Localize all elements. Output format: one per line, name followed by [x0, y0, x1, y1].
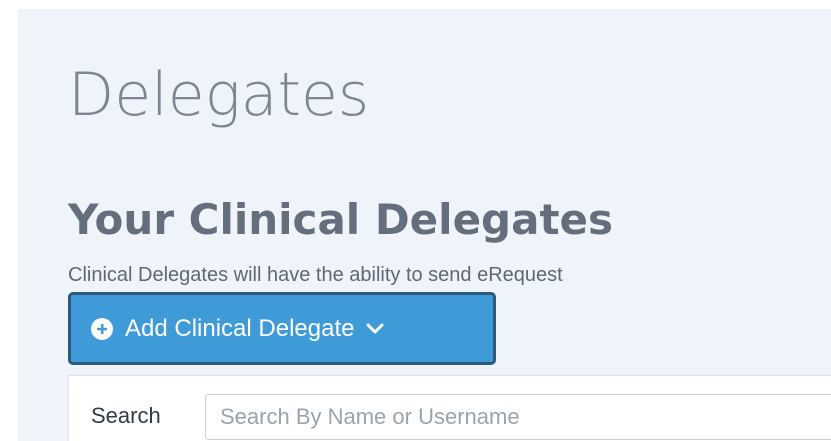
chevron-down-icon: [366, 323, 384, 335]
section-title: Your Clinical Delegates: [68, 194, 614, 244]
add-clinical-delegate-label: Add Clinical Delegate: [125, 314, 355, 342]
search-input[interactable]: [205, 394, 831, 440]
page-title: Delegates: [68, 60, 370, 131]
section-description: Clinical Delegates will have the ability…: [68, 264, 563, 286]
delegates-page: Delegates Your Clinical Delegates Clinic…: [18, 9, 831, 441]
plus-circle-icon: [91, 317, 113, 340]
add-clinical-delegate-button[interactable]: Add Clinical Delegate: [68, 292, 496, 365]
search-panel: Search: [68, 375, 831, 441]
search-label: Search: [91, 403, 161, 428]
